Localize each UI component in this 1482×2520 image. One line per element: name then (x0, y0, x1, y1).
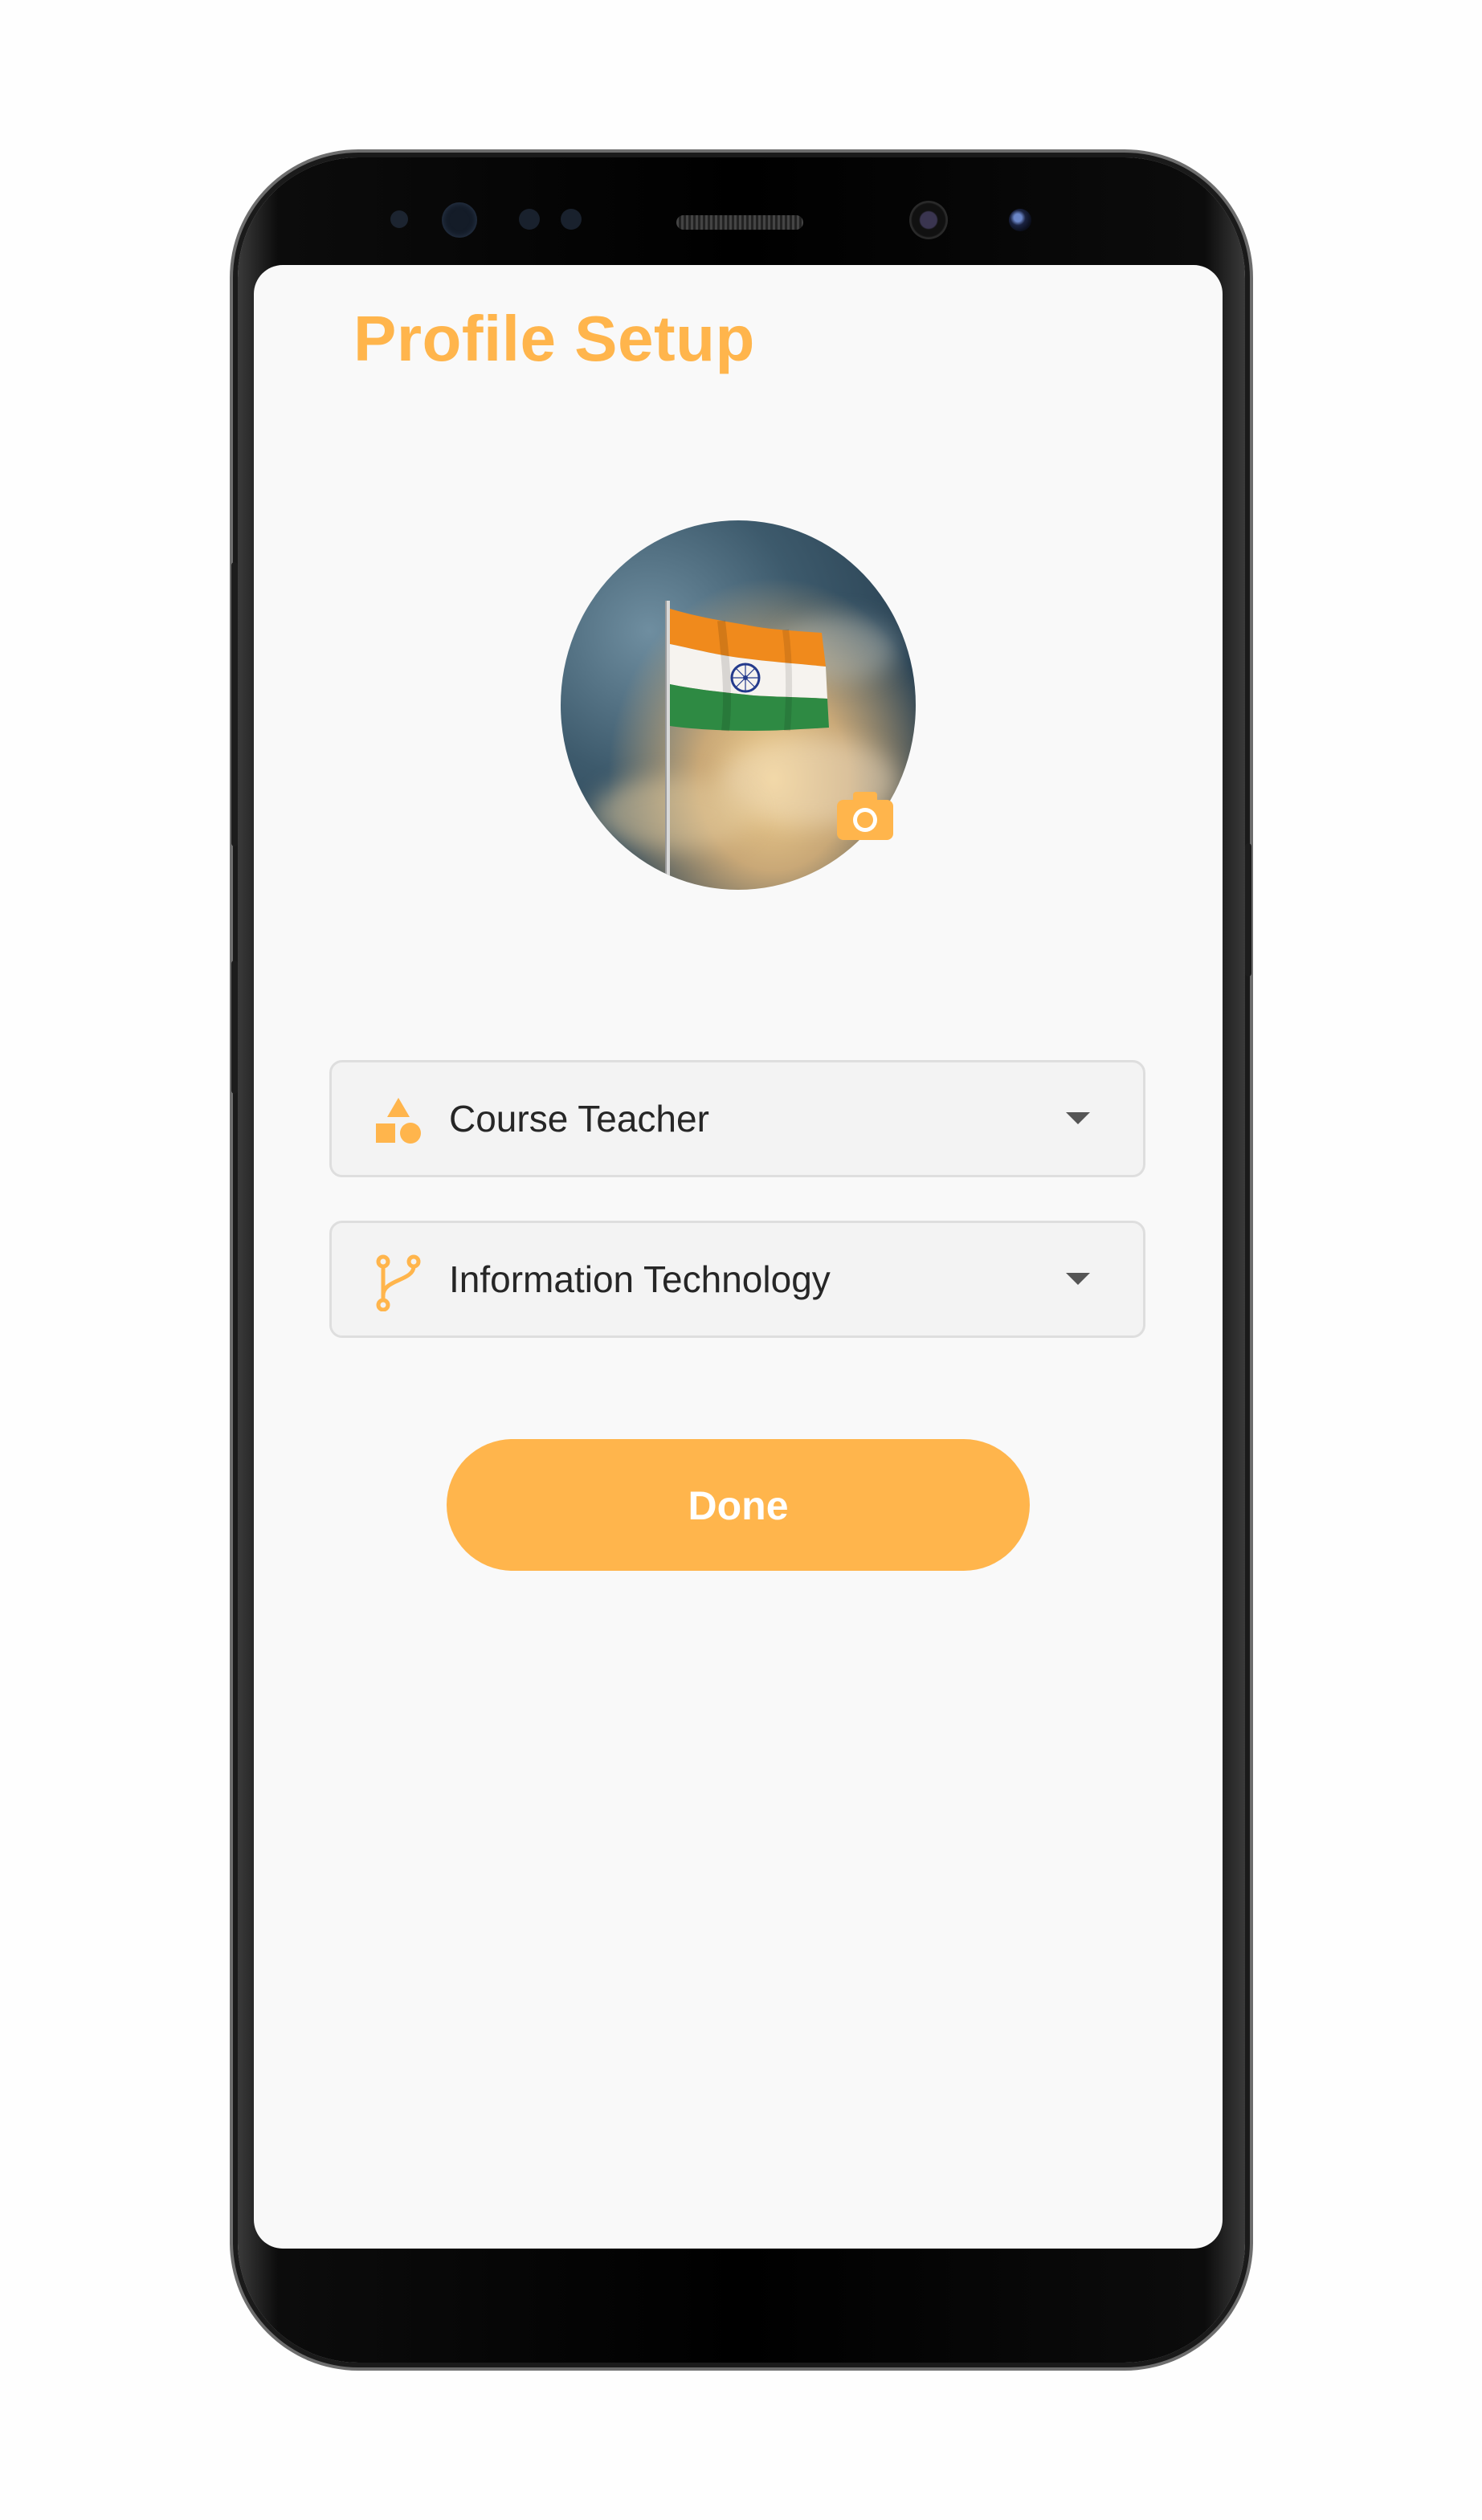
app-screen: Profile Setup Course Teacher Information… (254, 265, 1223, 2249)
category-shapes-icon (376, 1098, 421, 1144)
chevron-down-icon (1066, 1112, 1090, 1124)
volume-down-button (231, 960, 238, 1094)
chevron-down-icon (1066, 1273, 1090, 1285)
camera-icon[interactable] (837, 790, 893, 840)
iris-camera (442, 202, 477, 238)
front-camera (909, 201, 948, 239)
done-button[interactable]: Done (447, 1439, 1030, 1571)
flash-sensor (1009, 209, 1031, 231)
ambient-sensor-1 (519, 209, 540, 230)
page-title: Profile Setup (353, 303, 755, 374)
earpiece-speaker (676, 215, 803, 230)
department-dropdown[interactable]: Information Technology (329, 1221, 1145, 1338)
power-button (1245, 843, 1251, 977)
volume-up-button (231, 562, 238, 846)
device-mockup: Profile Setup Course Teacher Information… (0, 0, 1482, 2520)
phone-frame: Profile Setup Course Teacher Information… (231, 157, 1251, 2363)
proximity-sensor (390, 210, 408, 228)
profile-picture-section[interactable] (561, 520, 916, 890)
department-selected-value: Information Technology (449, 1258, 831, 1300)
role-dropdown[interactable]: Course Teacher (329, 1060, 1145, 1177)
role-selected-value: Course Teacher (449, 1098, 709, 1140)
branch-icon (376, 1254, 421, 1311)
ambient-sensor-2 (561, 209, 582, 230)
